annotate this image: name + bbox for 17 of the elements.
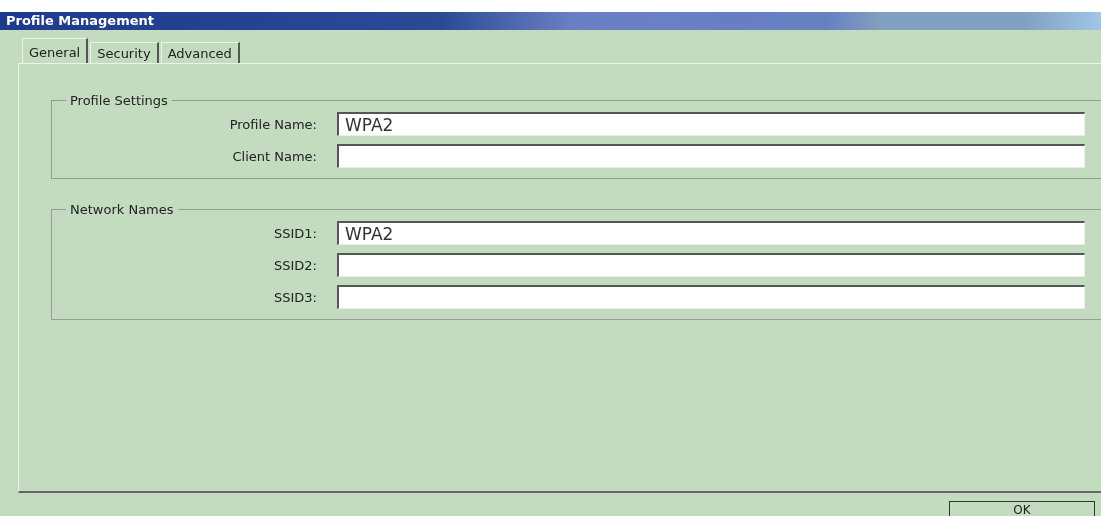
group-title: Profile Settings [69,93,169,108]
tab[interactable]: General [22,38,89,63]
field-label: SSID2: [273,257,318,273]
field-label: Profile Name: [228,116,318,132]
tab[interactable]: Advanced [160,42,240,63]
text-field[interactable]: WPA2 [337,221,1085,245]
group-title: Network Names [69,202,175,217]
text-field[interactable] [337,144,1085,168]
window-title: Profile Management [6,13,154,28]
text-field[interactable]: WPA2 [337,112,1085,136]
text-field[interactable] [337,253,1085,277]
field-label: SSID3: [273,289,318,305]
field-label: SSID1: [273,225,318,241]
ok-button[interactable]: OK [949,501,1095,516]
tab[interactable]: Security [90,42,159,63]
text-field[interactable] [337,285,1085,309]
field-label: Client Name: [231,148,318,164]
